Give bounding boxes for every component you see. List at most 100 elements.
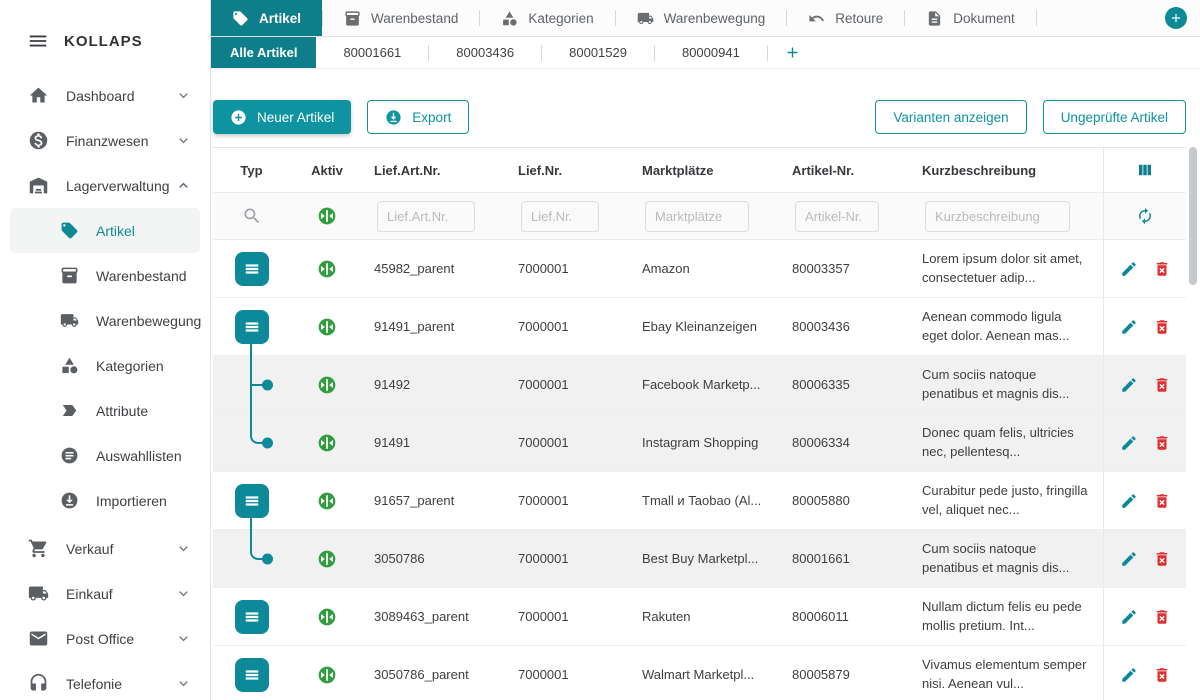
expand-children-button[interactable] — [235, 658, 269, 692]
column-header-lief-nr[interactable]: Lief.Nr. — [508, 163, 632, 178]
active-cell — [290, 317, 364, 337]
doc-tab-80003436[interactable]: 80003436 — [429, 37, 541, 68]
add-doc-tab-button[interactable] — [778, 37, 807, 68]
table-row[interactable]: 45982_parent7000001Amazon80003357Lorem i… — [213, 240, 1186, 298]
table-row[interactable]: 914917000001Instagram Shopping80006334Do… — [213, 414, 1186, 472]
expand-children-button[interactable] — [235, 600, 269, 634]
edit-button[interactable] — [1120, 318, 1138, 336]
doc-tab-80001529[interactable]: 80001529 — [542, 37, 654, 68]
table-row[interactable]: 30507867000001Best Buy Marketpl...800016… — [213, 530, 1186, 588]
column-header-marktpl-tze[interactable]: Marktplätze — [632, 163, 782, 178]
delete-button[interactable] — [1153, 260, 1171, 278]
module-tab-warenbewegung[interactable]: Warenbewegung — [616, 0, 787, 36]
new-article-button[interactable]: Neuer Artikel — [213, 100, 351, 134]
doc-tab-80001661[interactable]: 80001661 — [316, 37, 428, 68]
module-tab-label: Retoure — [835, 11, 883, 26]
module-tab-retoure[interactable]: Retoure — [787, 0, 904, 36]
expand-children-button[interactable] — [235, 252, 269, 286]
filter-input-kurzbeschreibung[interactable] — [925, 201, 1070, 232]
plus-icon — [1169, 11, 1183, 25]
sidebar-item-einkauf[interactable]: Einkauf — [0, 571, 210, 616]
brand: KOLLAPS — [0, 0, 210, 73]
main-content: ArtikelWarenbestandKategorienWarenbewegu… — [211, 0, 1200, 700]
sidebar-item-lagerverwaltung[interactable]: Lagerverwaltung — [0, 163, 210, 208]
sidebar-subitem-warenbewegung[interactable]: Warenbewegung — [10, 298, 200, 343]
edit-button[interactable] — [1120, 492, 1138, 510]
module-tab-warenbestand[interactable]: Warenbestand — [323, 0, 479, 36]
sidebar-subitem-warenbestand[interactable]: Warenbestand — [10, 253, 200, 298]
expand-children-button[interactable] — [235, 310, 269, 344]
doc-tab-80000941[interactable]: 80000941 — [655, 37, 767, 68]
edit-button[interactable] — [1120, 260, 1138, 278]
add-module-tab-button[interactable] — [1165, 7, 1187, 29]
sidebar-subitem-kategorien[interactable]: Kategorien — [10, 343, 200, 388]
column-header-aktiv[interactable]: Aktiv — [290, 163, 364, 178]
chevron-down-icon[interactable] — [175, 132, 192, 149]
filter-input-artikel-nr[interactable] — [795, 201, 879, 232]
chevron-down-icon[interactable] — [175, 87, 192, 104]
vertical-scrollbar[interactable] — [1189, 147, 1197, 285]
edit-button[interactable] — [1120, 434, 1138, 452]
edit-button[interactable] — [1120, 376, 1138, 394]
sidebar-subitem-label: Warenbewegung — [96, 313, 201, 329]
delete-button[interactable] — [1153, 492, 1171, 510]
sidebar-item-telefonie[interactable]: Telefonie — [0, 661, 210, 700]
table-row[interactable]: 91491_parent7000001Ebay Kleinanzeigen800… — [213, 298, 1186, 356]
refresh-button[interactable] — [1136, 207, 1154, 225]
unchecked-articles-button[interactable]: Ungeprüfte Artikel — [1043, 100, 1186, 134]
sidebar-subitem-auswahllisten[interactable]: Auswahllisten — [10, 433, 200, 478]
table-row[interactable]: 3089463_parent7000001Rakuten80006011Null… — [213, 588, 1186, 646]
export-button[interactable]: Export — [367, 100, 469, 134]
module-tab-dokument[interactable]: Dokument — [905, 0, 1036, 36]
chevron-down-icon[interactable] — [175, 630, 192, 647]
inventory-box-icon — [344, 10, 361, 27]
list-lines-icon — [242, 259, 262, 279]
chevron-down-icon[interactable] — [175, 540, 192, 557]
type-cell — [213, 298, 290, 355]
column-header-artikel-nr[interactable]: Artikel-Nr. — [782, 163, 912, 178]
chevron-down-icon[interactable] — [175, 675, 192, 692]
column-header-typ[interactable]: Typ — [213, 163, 290, 178]
row-actions-cell — [1103, 298, 1186, 355]
edit-icon — [1120, 608, 1138, 626]
module-tab-kategorien[interactable]: Kategorien — [480, 0, 614, 36]
delete-button[interactable] — [1153, 666, 1171, 684]
sidebar-subitem-importieren[interactable]: Importieren — [10, 478, 200, 523]
active-icon — [317, 607, 337, 627]
sidebar-item-dashboard[interactable]: Dashboard — [0, 73, 210, 118]
sidebar-item-verkauf[interactable]: Verkauf — [0, 526, 210, 571]
artikel-nr-cell: 80003357 — [782, 261, 912, 276]
edit-button[interactable] — [1120, 608, 1138, 626]
chevron-up-icon[interactable] — [175, 177, 192, 194]
delete-button[interactable] — [1153, 318, 1171, 336]
column-header-kurzbeschreibung[interactable]: Kurzbeschreibung — [912, 163, 1103, 178]
sidebar-subitem-attribute[interactable]: Attribute — [10, 388, 200, 433]
delete-button[interactable] — [1153, 608, 1171, 626]
delete-button[interactable] — [1153, 376, 1171, 394]
edit-button[interactable] — [1120, 666, 1138, 684]
sidebar-item-post-office[interactable]: Post Office — [0, 616, 210, 661]
delete-button[interactable] — [1153, 550, 1171, 568]
edit-button[interactable] — [1120, 550, 1138, 568]
filter-input-lief-nr[interactable] — [521, 201, 599, 232]
table-row[interactable]: 914927000001Facebook Marketp...80006335C… — [213, 356, 1186, 414]
active-filter-cell[interactable] — [290, 206, 364, 226]
show-variants-button[interactable]: Varianten anzeigen — [875, 100, 1026, 134]
module-tab-artikel[interactable]: Artikel — [211, 0, 322, 36]
sidebar-subitem-artikel[interactable]: Artikel — [10, 208, 200, 253]
column-settings-button[interactable] — [1136, 161, 1154, 179]
delete-button[interactable] — [1153, 434, 1171, 452]
doc-tab-alle-artikel[interactable]: Alle Artikel — [211, 37, 316, 68]
filter-input-marktpl-tze[interactable] — [645, 201, 749, 232]
filter-input-lief-art-nr[interactable] — [377, 201, 475, 232]
table-row[interactable]: 91657_parent7000001Tmall и Taobao (Al...… — [213, 472, 1186, 530]
sidebar-item-finanzwesen[interactable]: Finanzwesen — [0, 118, 210, 163]
cart-icon — [28, 538, 49, 559]
expand-children-button[interactable] — [235, 484, 269, 518]
delete-icon — [1153, 492, 1171, 510]
menu-icon[interactable] — [27, 30, 49, 52]
table-row[interactable]: 3050786_parent7000001Walmart Marketpl...… — [213, 646, 1186, 700]
column-header-lief-art-nr[interactable]: Lief.Art.Nr. — [364, 163, 508, 178]
active-icon[interactable] — [317, 206, 337, 226]
chevron-down-icon[interactable] — [175, 585, 192, 602]
